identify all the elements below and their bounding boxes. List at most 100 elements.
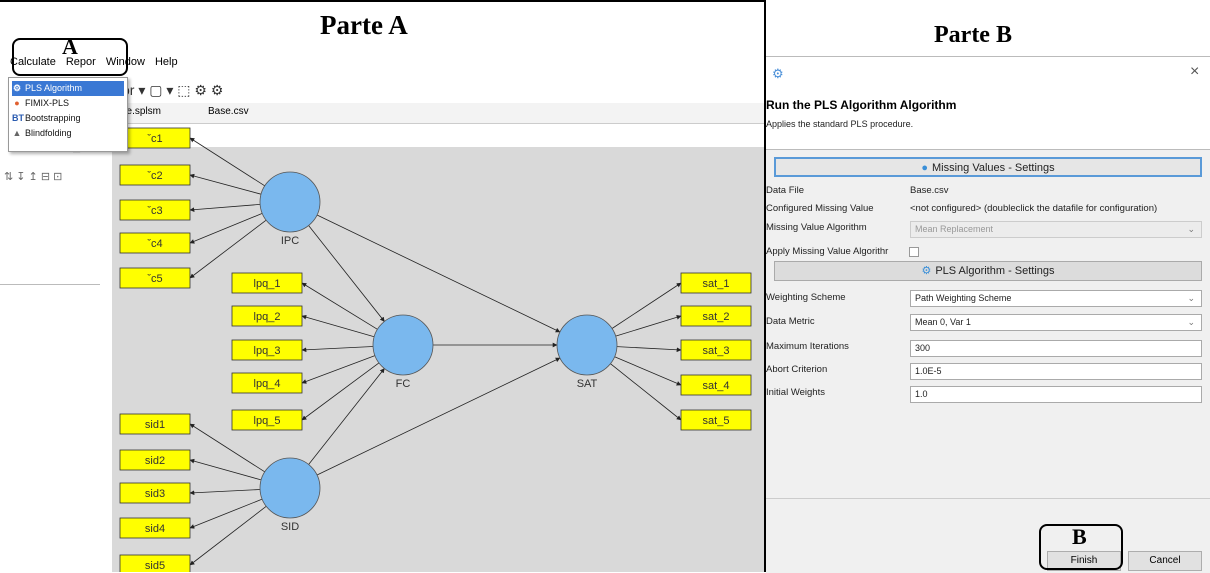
footer-separator — [766, 498, 1210, 499]
part-a-panel: ⊡ ☐ ⇅ ↧ ↥ ⊟ ⊡ Parte A CalculateReporWind… — [0, 0, 766, 572]
indicator-label: ˇc4 — [147, 238, 162, 250]
indicator-label: ˇc1 — [147, 133, 162, 145]
cancel-button[interactable]: Cancel — [1128, 551, 1202, 571]
construct-sat[interactable] — [556, 314, 618, 376]
configured-missing-value[interactable]: <not configured> (doubleclick the datafi… — [910, 203, 1157, 214]
initial-weights-input[interactable]: 1.0 — [910, 386, 1202, 403]
metric-select[interactable]: Mean 0, Var 1 ⌄ — [910, 314, 1202, 331]
indicator-label: ˇc2 — [147, 170, 162, 182]
menu-item-label: Bootstrapping — [25, 113, 81, 123]
indicator-label: sat_3 — [703, 345, 730, 357]
path-sid-to-sat[interactable] — [316, 357, 561, 476]
loading-sid-4[interactable] — [189, 498, 263, 529]
calculate-dropdown-menu: ⚙ PLS Algorithm ● FIMIX-PLS BTBootstrapping ▲… — [8, 77, 128, 152]
dialog-body: ● Missing Values - Settings Data File Bas… — [766, 149, 1210, 573]
indicator-label: lpq_4 — [254, 378, 281, 390]
loading-ipc-1[interactable] — [189, 137, 265, 187]
loading-fc-5[interactable] — [301, 362, 380, 421]
loading-sat-1[interactable] — [611, 282, 682, 329]
loading-sat-5[interactable] — [610, 363, 682, 421]
loading-ipc-5[interactable] — [189, 219, 267, 279]
loading-sid-3[interactable] — [189, 489, 261, 496]
missing-algorithm-select: Mean Replacement ⌄ — [910, 221, 1202, 238]
indicator-label: sat_4 — [703, 380, 730, 392]
dialog-title: Run the PLS Algorithm Algorithm — [766, 98, 957, 112]
indicator-label: lpq_3 — [254, 345, 281, 357]
close-icon[interactable]: × — [1190, 63, 1199, 81]
indicator-label: sid2 — [145, 455, 165, 467]
path-sid-to-fc[interactable] — [308, 368, 385, 465]
indicator-label: sat_2 — [703, 311, 730, 323]
pls-settings-section[interactable]: ⚙ PLS Algorithm - Settings — [774, 261, 1202, 281]
max-iterations-label: Maximum Iterations — [766, 341, 849, 352]
menu-item-pls-algorithm[interactable]: ⚙ PLS Algorithm — [12, 81, 124, 96]
gear-icon: ⚙ — [12, 83, 22, 93]
callout-a-letter: A — [62, 34, 78, 59]
indicator-label: sid5 — [145, 560, 165, 572]
construct-ipc[interactable] — [259, 171, 321, 233]
indicator-label: ˇc5 — [147, 273, 162, 285]
construct-label: FC — [396, 378, 411, 390]
indicator-label: lpq_2 — [254, 311, 281, 323]
weighting-label: Weighting Scheme — [766, 292, 846, 303]
palette-icon: ● — [14, 98, 20, 108]
apply-missing-label: Apply Missing Value Algorithr — [766, 246, 889, 257]
loading-fc-2[interactable] — [301, 314, 375, 338]
indicator-label: sat_1 — [703, 278, 730, 290]
construct-fc[interactable] — [372, 314, 434, 376]
indicator-label: sid4 — [145, 523, 165, 535]
menu-item-fimix-pls[interactable]: ● FIMIX-PLS — [12, 96, 124, 111]
configured-missing-label: Configured Missing Value — [766, 203, 874, 214]
apply-missing-checkbox[interactable] — [909, 247, 919, 257]
construct-label: SAT — [577, 378, 598, 390]
indicator-label: sid3 — [145, 488, 165, 500]
weighting-select[interactable]: Path Weighting Scheme ⌄ — [910, 290, 1202, 307]
model-nodes: ˇc1 ˇc2 ˇc3 ˇc4 ˇc5 lpq_1 lpq_2 lpq_3 lpq_4 lpq_5… — [119, 127, 752, 572]
chevron-down-icon: ⌄ — [1187, 293, 1195, 303]
part-b-panel: Parte B ⚙ × Run the PLS Algorithm Algori… — [766, 0, 1210, 573]
indicator-label: sat_5 — [703, 415, 730, 427]
abort-criterion-input[interactable]: 1.0E-5 — [910, 363, 1202, 380]
missing-algorithm-label: Missing Value Algorithm — [766, 222, 867, 233]
max-iterations-input[interactable]: 300 — [910, 340, 1202, 357]
loading-fc-3[interactable] — [301, 346, 374, 353]
initial-weights-label: Initial Weights — [766, 387, 825, 398]
loading-ipc-4[interactable] — [189, 213, 263, 244]
loading-sat-4[interactable] — [614, 356, 682, 386]
construct-sid[interactable] — [259, 457, 321, 519]
menu-item-label: FIMIX-PLS — [25, 98, 70, 108]
indicator-label: ˇc3 — [147, 205, 162, 217]
loading-ipc-3[interactable] — [189, 203, 261, 213]
construct-label: SID — [281, 521, 299, 533]
dialog-subtitle: Applies the standard PLS procedure. — [766, 119, 914, 129]
menu-item-bootstrapping[interactable]: BTBootstrapping — [12, 111, 124, 126]
loading-sid-5[interactable] — [189, 505, 267, 566]
menu-item-label: PLS Algorithm — [25, 83, 83, 93]
menu-item-blindfolding[interactable]: ▲ Blindfolding — [12, 126, 124, 141]
weighting-value: Path Weighting Scheme — [915, 293, 1012, 303]
chevron-down-icon: ⌄ — [1187, 317, 1195, 327]
loading-sat-3[interactable] — [616, 346, 682, 353]
path-ipc-to-fc[interactable] — [308, 225, 385, 322]
loading-ipc-2[interactable] — [189, 173, 262, 195]
data-file-value: Base.csv — [910, 185, 949, 196]
menu-item-label: Blindfolding — [25, 128, 72, 138]
loading-fc-4[interactable] — [301, 355, 376, 384]
blindfold-icon: ▲ — [12, 128, 22, 138]
loading-sid-1[interactable] — [189, 423, 265, 473]
missing-values-section[interactable]: ● Missing Values - Settings — [774, 157, 1202, 177]
missing-values-section-label: Missing Values - Settings — [931, 162, 1055, 174]
missing-algorithm-value: Mean Replacement — [915, 224, 994, 234]
info-icon: ● — [921, 162, 928, 174]
loading-fc-1[interactable] — [301, 282, 378, 330]
construct-label: IPC — [281, 235, 299, 247]
abort-criterion-label: Abort Criterion — [766, 364, 828, 375]
callout-b-letter: B — [1072, 524, 1087, 549]
app-icon: ⚙ — [772, 66, 784, 81]
chevron-down-icon: ⌄ — [1187, 224, 1195, 234]
indicator-label: sid1 — [145, 419, 165, 431]
metric-label: Data Metric — [766, 316, 815, 327]
loading-sat-2[interactable] — [615, 314, 682, 337]
bt-icon: BT — [12, 113, 24, 123]
part-b-title: Parte B — [934, 22, 1012, 48]
